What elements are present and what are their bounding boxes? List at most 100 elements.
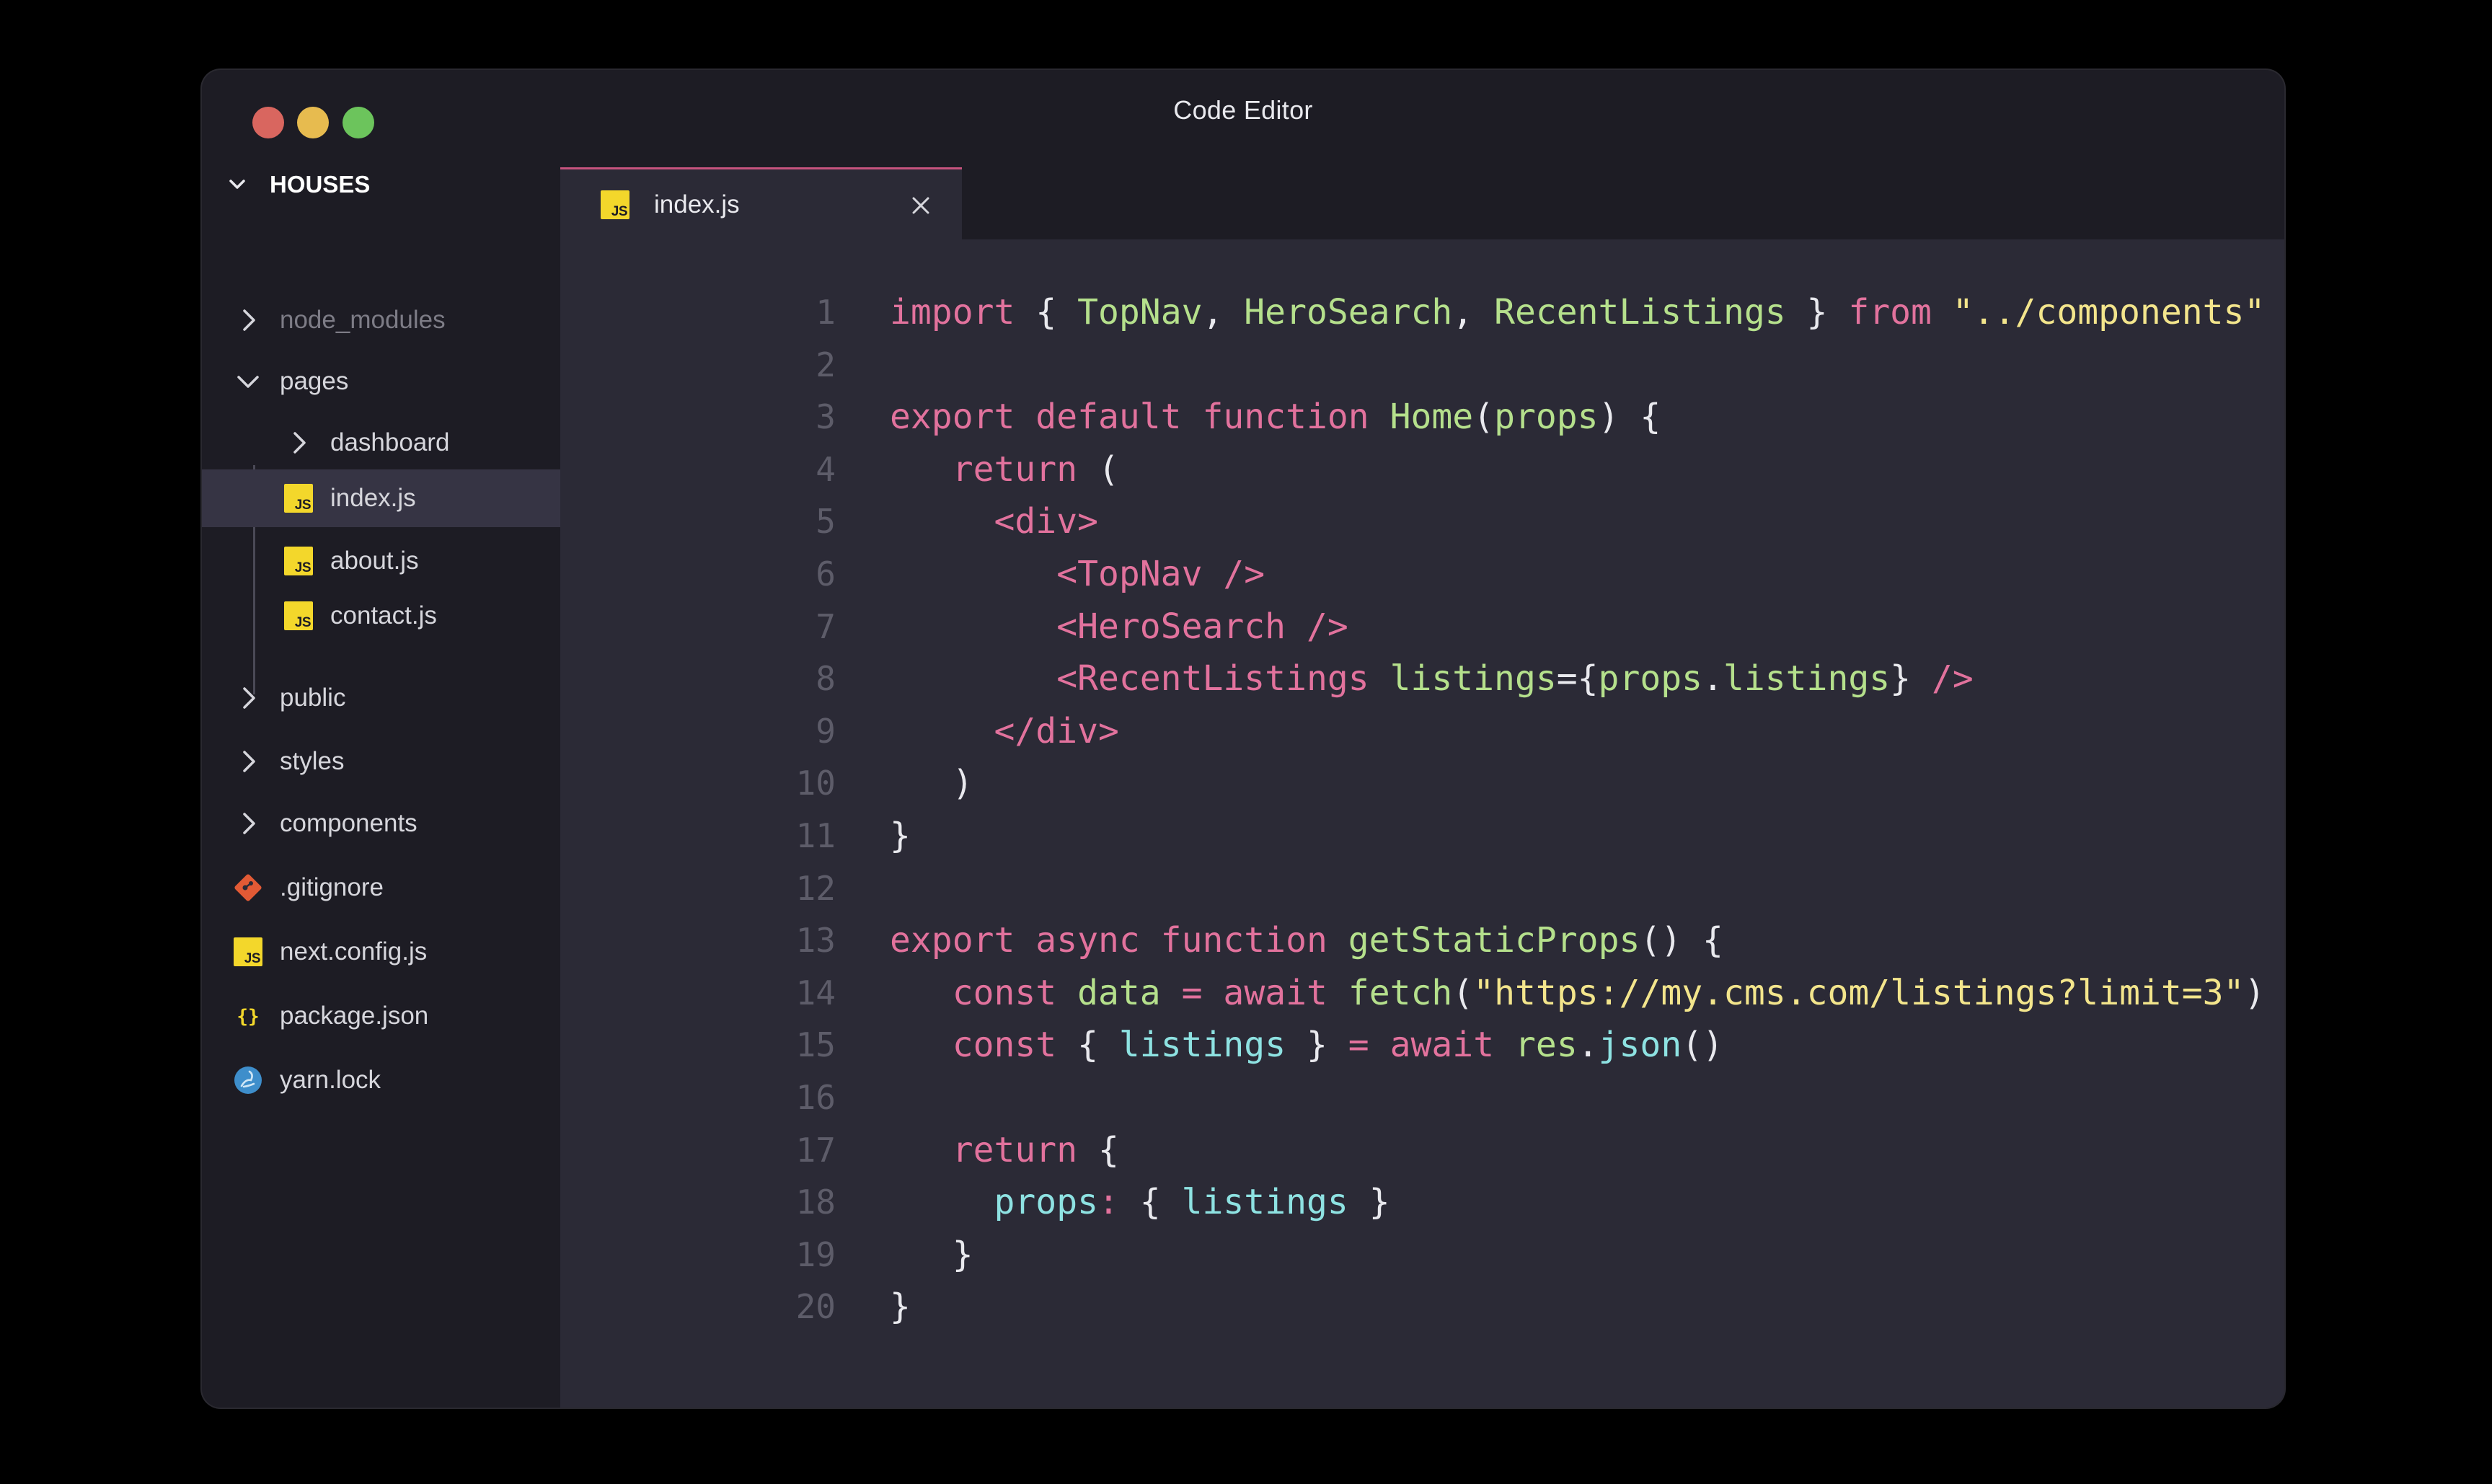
chevron-right-icon <box>293 432 306 454</box>
code-line: 5 <div> <box>560 495 2284 547</box>
code-token: { <box>1118 1182 1182 1222</box>
git-icon <box>234 874 262 901</box>
code-token: await <box>1389 1025 1495 1065</box>
sidebar-item-components[interactable]: components <box>202 802 560 845</box>
sidebar-item-label: yarn.lock <box>280 1066 381 1094</box>
sidebar-item-dashboard[interactable]: dashboard <box>202 421 560 464</box>
code-text: const data = await fetch("https://my.cms… <box>890 967 2266 1019</box>
code-token: ) <box>890 763 973 803</box>
code-token: RecentListings <box>1494 292 1786 332</box>
code-line: 18 props: { listings } <box>560 1176 2284 1228</box>
code-token: "../components" <box>1952 292 2266 332</box>
code-token: fetch <box>1348 973 1453 1013</box>
code-token: ( <box>1473 397 1495 437</box>
project-header[interactable]: HOUSES <box>226 167 370 203</box>
code-token: = <box>1348 1025 1369 1065</box>
tree-item-icon <box>283 545 314 577</box>
line-number: 12 <box>795 869 836 908</box>
tree-item-icon <box>232 1064 264 1096</box>
code-token: : <box>1098 1182 1119 1222</box>
code-token: ( <box>1452 973 1474 1013</box>
code-text: } <box>890 810 911 862</box>
chevron-right-icon <box>243 687 255 709</box>
code-token: HeroSearch <box>1244 292 1453 332</box>
code-token: const <box>952 1025 1057 1065</box>
js-file-icon <box>601 190 629 219</box>
sidebar-item-label: public <box>280 684 346 712</box>
code-token: { <box>1077 1130 1119 1170</box>
code-token: data <box>1077 973 1161 1013</box>
code-text: import { TopNav, HeroSearch, RecentListi… <box>890 286 2265 338</box>
close-icon[interactable] <box>910 195 932 216</box>
sidebar-item-pages[interactable]: pages <box>202 360 560 403</box>
code-text: <TopNav /> <box>890 548 1265 600</box>
code-token: </div> <box>994 711 1119 751</box>
code-line: 1 import { TopNav, HeroSearch, RecentList… <box>560 286 2284 338</box>
code-text: export default function Home(props) { <box>890 391 1661 443</box>
sidebar-item-public[interactable]: public <box>202 676 560 720</box>
code-line: 7 <HeroSearch /> <box>560 601 2284 653</box>
sidebar-item-label: next.config.js <box>280 937 428 966</box>
line-number: 15 <box>795 1025 836 1064</box>
line-number: 3 <box>816 397 836 436</box>
code-line: 6 <TopNav /> <box>560 548 2284 600</box>
code-text: <RecentListings listings={props.listings… <box>890 653 1974 705</box>
project-name: HOUSES <box>270 171 371 198</box>
code-text: return { <box>890 1124 1119 1176</box>
code-token: return <box>952 449 1078 490</box>
code-line: 10 ) <box>560 757 2284 809</box>
code-text: ) <box>890 757 973 809</box>
chevron-right-icon <box>243 751 255 772</box>
tab-index-js[interactable]: index.js <box>560 167 962 239</box>
sidebar-item-node-modules[interactable]: node_modules <box>202 299 560 342</box>
svg-text:{}: {} <box>237 1006 259 1028</box>
code-text: } <box>890 1281 911 1333</box>
code-token: res <box>1515 1025 1578 1065</box>
sidebar-item-package-json[interactable]: {} package.json <box>202 994 560 1038</box>
code-token: const <box>952 973 1057 1013</box>
code-line: 15 const { listings } = await res.json() <box>560 1019 2284 1071</box>
tab-bar: index.js <box>560 167 2284 239</box>
code-text: } <box>890 1229 973 1281</box>
sidebar-item-contact-js[interactable]: contact.js <box>202 594 560 637</box>
sidebar-item-yarn-lock[interactable]: yarn.lock <box>202 1059 560 1102</box>
sidebar-item-styles[interactable]: styles <box>202 740 560 783</box>
code-text: <div> <box>890 495 1099 547</box>
tree-item-icon <box>232 366 264 397</box>
sidebar-item-about-js[interactable]: about.js <box>202 539 560 583</box>
code-token: json <box>1598 1025 1682 1065</box>
code-token: ={ <box>1556 658 1599 699</box>
sidebar-item-index-js[interactable]: index.js <box>202 469 560 527</box>
code-token: listings <box>1181 1182 1348 1222</box>
line-number: 16 <box>795 1078 836 1117</box>
code-token: export default function <box>890 397 1369 437</box>
code-token: from <box>1848 292 1932 332</box>
code-line: 19 } <box>560 1229 2284 1281</box>
code-token: /> <box>1931 658 1974 699</box>
code-token: props <box>1494 397 1599 437</box>
line-number: 17 <box>795 1131 836 1170</box>
tree-item-icon <box>232 872 264 904</box>
sidebar-item-gitignore[interactable]: .gitignore <box>202 866 560 909</box>
line-number: 8 <box>816 659 836 698</box>
code-token: } <box>1890 658 1932 699</box>
chevron-down-icon <box>229 180 245 189</box>
sidebar-item-label: node_modules <box>280 306 446 334</box>
code-area[interactable]: 1 import { TopNav, HeroSearch, RecentList… <box>560 239 2284 1408</box>
code-line: 13 export async function getStaticProps()… <box>560 914 2284 966</box>
code-token: <div> <box>994 501 1099 542</box>
code-token: { <box>1056 1025 1119 1065</box>
code-line: 9 </div> <box>560 705 2284 757</box>
line-number: 9 <box>816 712 836 751</box>
sidebar-item-next-config-js[interactable]: next.config.js <box>202 930 560 973</box>
code-token: listings <box>1723 658 1891 699</box>
code-token: "https://my.cms.com/listings?limit=3" <box>1473 973 2245 1013</box>
code-token: export async function <box>890 920 1327 960</box>
code-text: const { listings } = await res.json() <box>890 1019 1723 1071</box>
